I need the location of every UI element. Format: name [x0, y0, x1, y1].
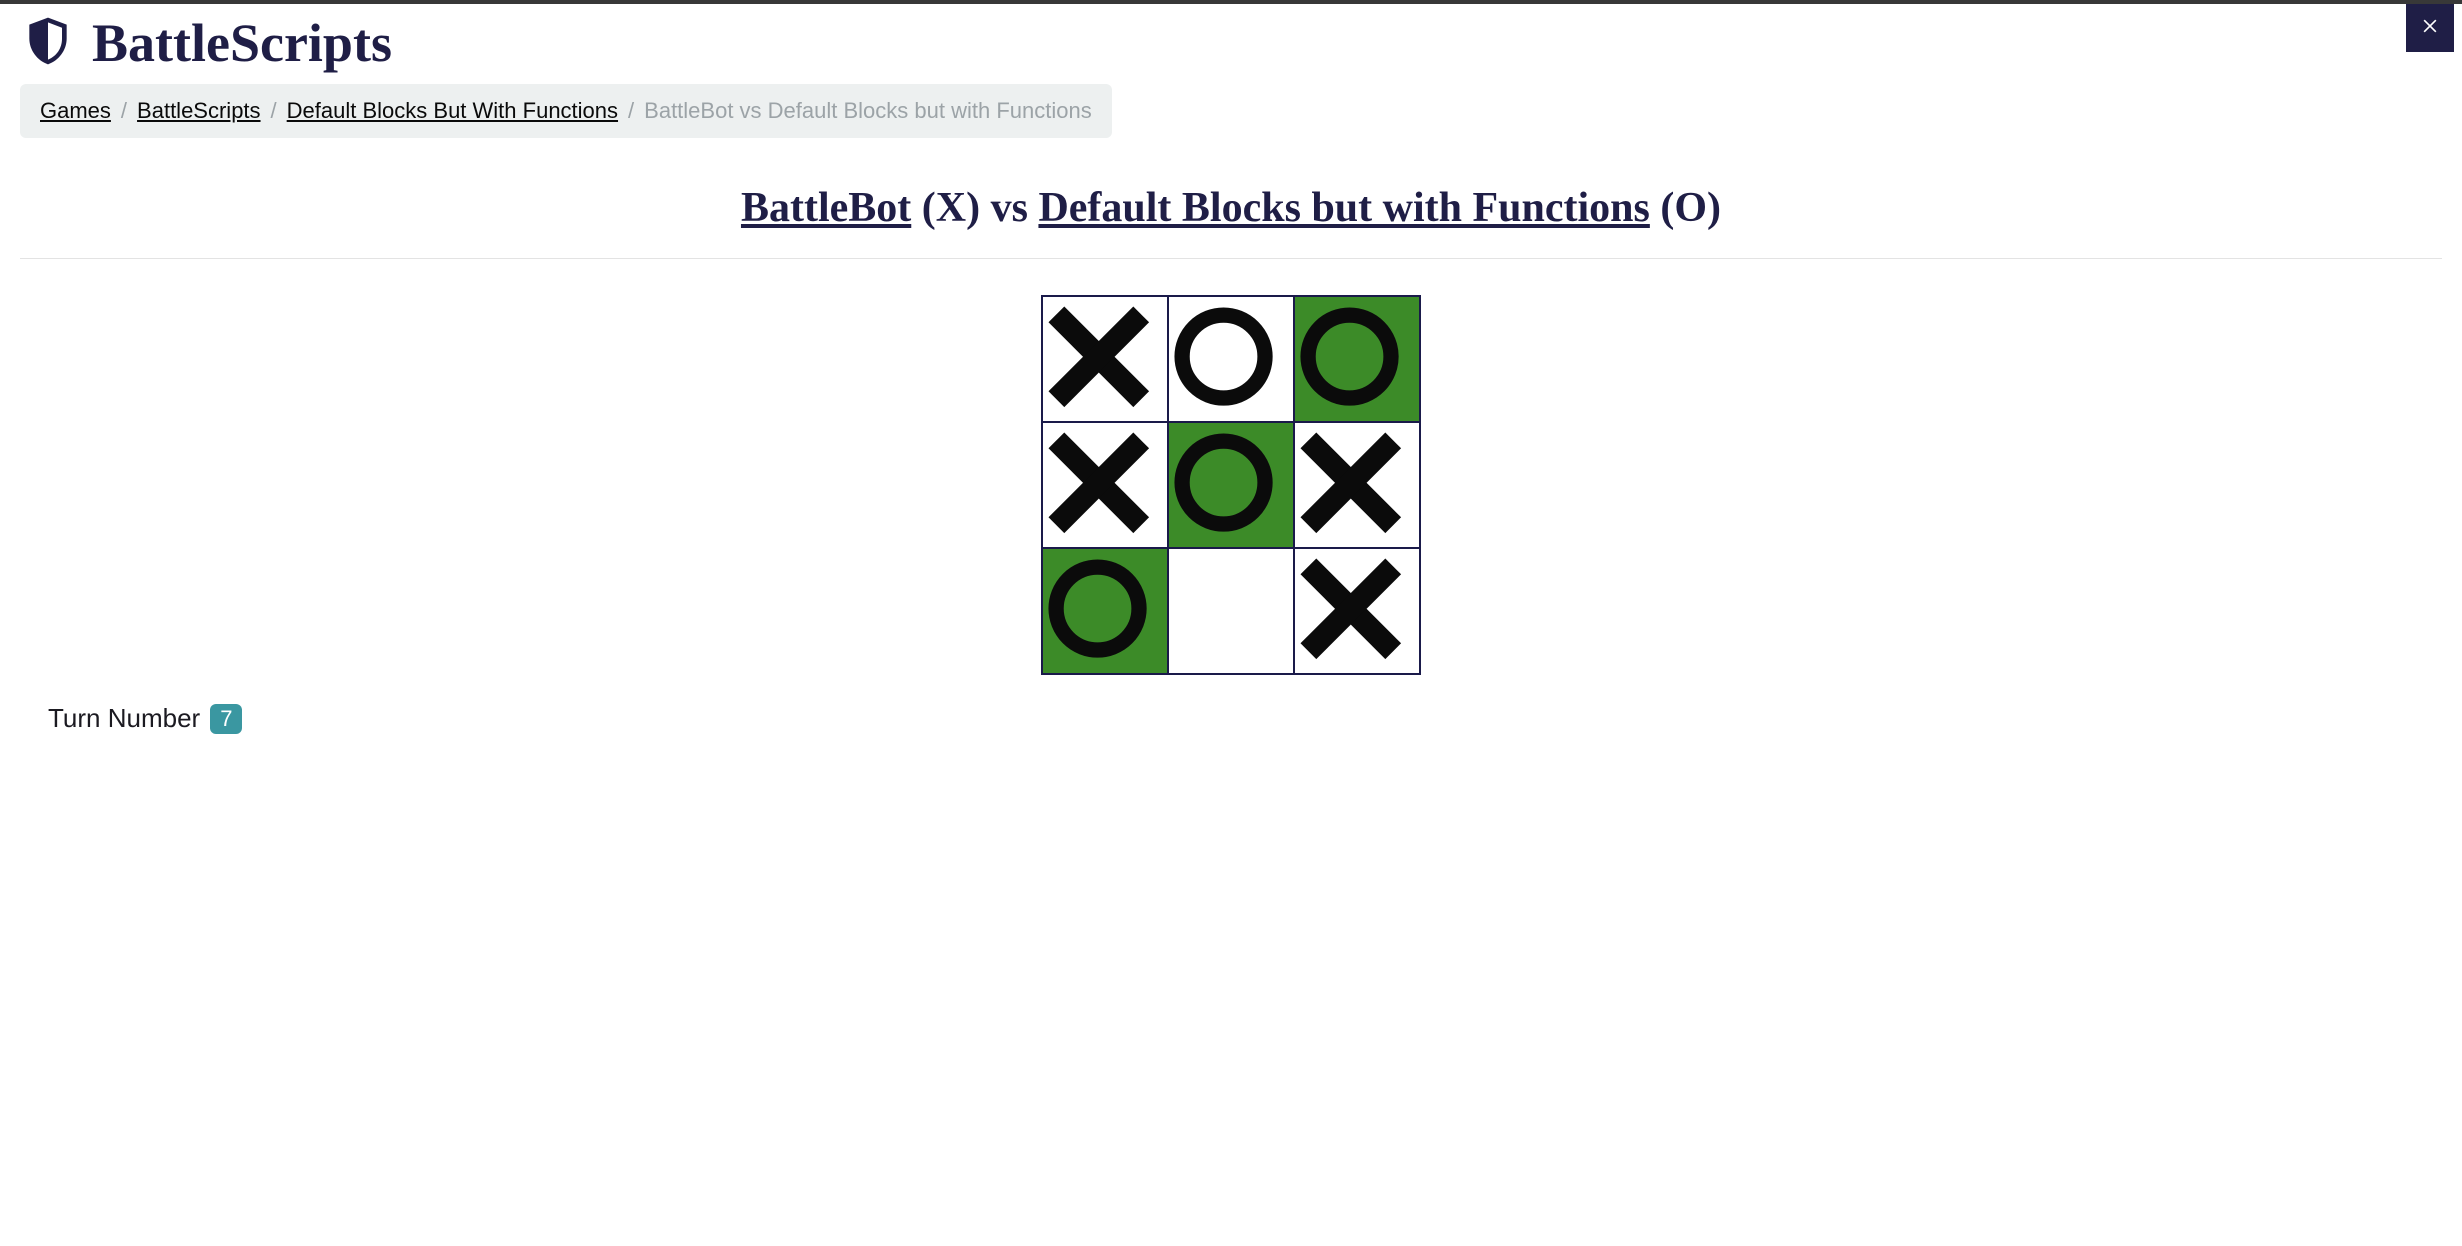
close-button[interactable] [2406, 4, 2454, 52]
board-container [0, 295, 2462, 675]
board-cell-1[interactable] [1168, 296, 1294, 422]
breadcrumb: Games / BattleScripts / Default Blocks B… [20, 84, 1112, 138]
breadcrumb-current: BattleBot vs Default Blocks but with Fun… [644, 98, 1092, 124]
player1-mark: (X) [922, 185, 980, 231]
vs-label: vs [991, 185, 1028, 231]
x-mark-icon [1295, 427, 1419, 544]
breadcrumb-separator: / [628, 98, 634, 124]
shield-icon [20, 13, 76, 74]
match-title: BattleBot (X) vs Default Blocks but with… [0, 184, 2462, 232]
o-mark-icon [1043, 554, 1167, 668]
site-title: BattleScripts [92, 12, 392, 74]
board-cell-0[interactable] [1042, 296, 1168, 422]
turn-label: Turn Number [48, 703, 200, 734]
breadcrumb-link-games[interactable]: Games [40, 98, 111, 124]
header: BattleScripts [0, 4, 2462, 74]
o-mark-icon [1169, 302, 1293, 416]
player1-link[interactable]: BattleBot [741, 185, 911, 231]
turn-badge: 7 [210, 704, 242, 734]
board-cell-2[interactable] [1294, 296, 1420, 422]
x-mark-icon [1043, 427, 1167, 544]
board-cell-5[interactable] [1294, 422, 1420, 548]
tictactoe-board [1041, 295, 1421, 675]
breadcrumb-link-bot[interactable]: Default Blocks But With Functions [287, 98, 618, 124]
board-cell-6[interactable] [1042, 548, 1168, 674]
o-mark-icon [1169, 428, 1293, 542]
o-mark-icon [1295, 302, 1419, 416]
board-cell-7[interactable] [1168, 548, 1294, 674]
player2-link[interactable]: Default Blocks but with Functions [1038, 185, 1649, 231]
close-icon [2420, 16, 2440, 41]
player2-mark: (O) [1660, 185, 1721, 231]
breadcrumb-separator: / [121, 98, 127, 124]
x-mark-icon [1295, 553, 1419, 670]
divider [20, 258, 2442, 259]
board-cell-8[interactable] [1294, 548, 1420, 674]
x-mark-icon [1043, 301, 1167, 418]
board-cell-3[interactable] [1042, 422, 1168, 548]
turn-row: Turn Number 7 [48, 703, 2462, 734]
breadcrumb-link-battlescripts[interactable]: BattleScripts [137, 98, 261, 124]
board-cell-4[interactable] [1168, 422, 1294, 548]
breadcrumb-separator: / [271, 98, 277, 124]
